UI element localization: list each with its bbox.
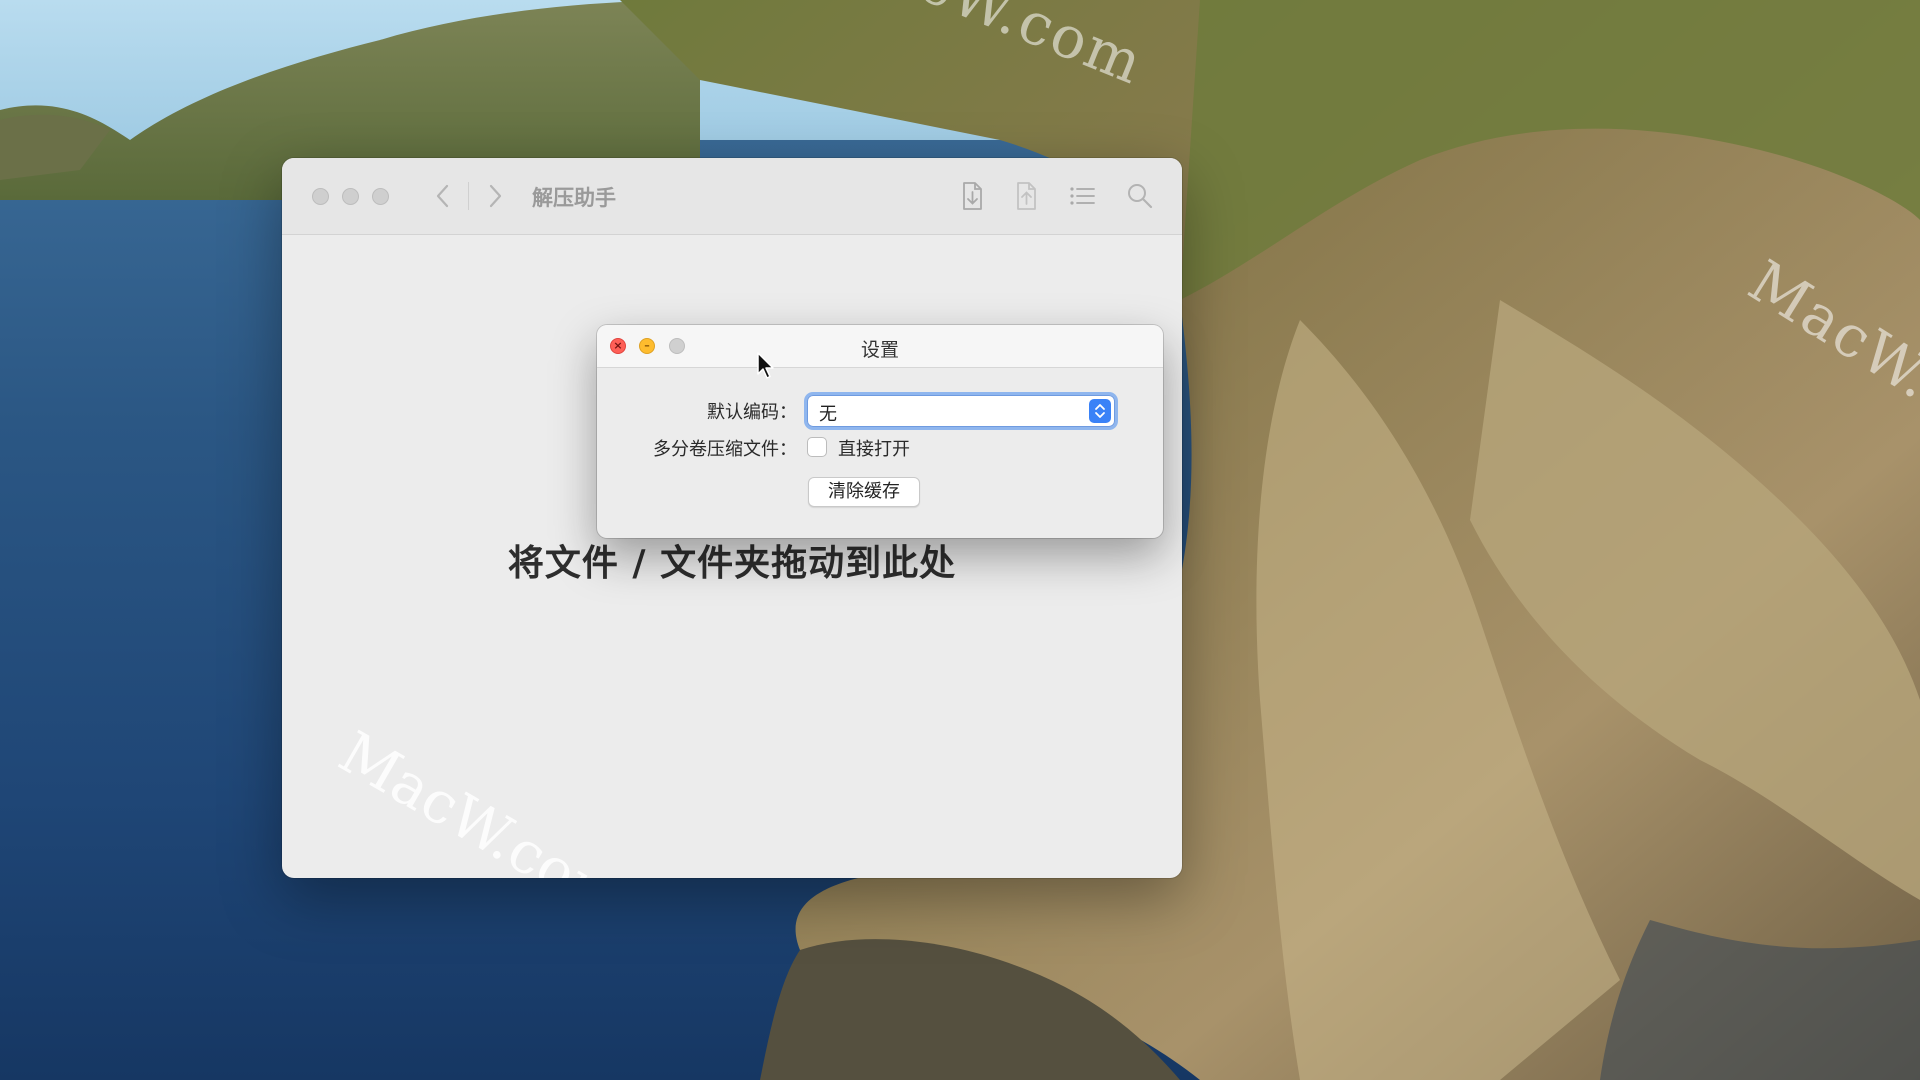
settings-dialog: × – 设置 默认编码： 无 多分卷压缩文件： 直接打开 清除缓存 [597,325,1163,538]
chevron-left-icon [436,184,449,208]
zoom-button[interactable] [372,188,389,205]
dialog-title: 设置 [860,339,899,361]
encoding-value: 无 [819,404,837,425]
drop-zone-hint: 将文件 / 文件夹拖动到此处 [507,543,957,584]
encoding-label: 默认编码： [707,402,797,423]
clear-cache-button[interactable]: 清除缓存 [808,477,920,507]
watermark-window: MacW.com [328,718,637,878]
chevron-right-icon [489,184,502,208]
close-button[interactable] [312,188,329,205]
list-view-button[interactable] [1066,180,1098,212]
compress-button[interactable] [1010,180,1042,212]
search-button[interactable] [1124,180,1156,212]
open-directly-label[interactable]: 直接打开 [838,435,910,461]
main-titlebar: 解压助手 [282,158,1182,235]
back-button[interactable] [434,182,452,217]
list-icon [1070,187,1095,205]
extract-icon [963,182,982,210]
open-directly-checkbox[interactable] [807,437,827,457]
multivolume-label: 多分卷压缩文件： [653,439,797,460]
settings-titlebar: × – 设置 [597,325,1163,368]
nav-separator [468,182,469,210]
minimize-button[interactable] [342,188,359,205]
mouse-cursor-icon [757,352,774,379]
encoding-select[interactable]: 无 [807,395,1115,427]
window-title: 解压助手 [532,186,616,210]
extract-button[interactable] [956,180,988,212]
search-icon [1128,184,1153,209]
forward-button[interactable] [486,182,504,217]
updown-chevron-icon [1089,399,1111,423]
compress-icon [1017,182,1036,210]
